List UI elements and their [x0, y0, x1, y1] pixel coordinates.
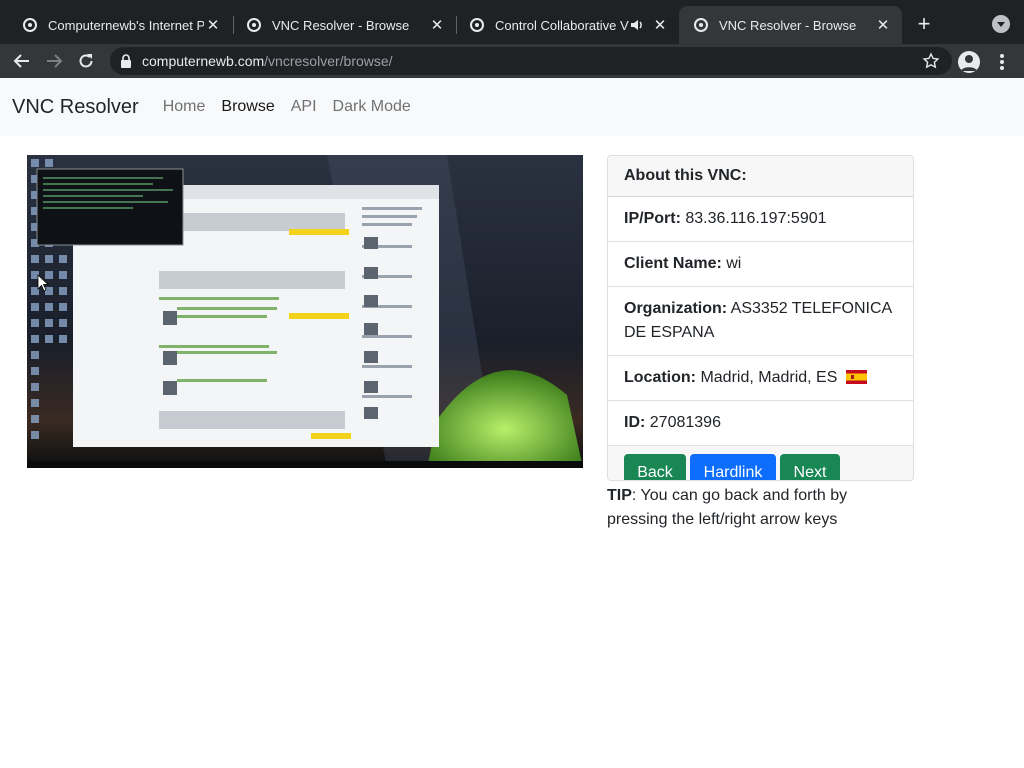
organization-label: Organization: — [624, 300, 728, 317]
brand-link[interactable]: VNC Resolver — [12, 96, 139, 119]
site-favicon-icon — [470, 18, 484, 32]
site-navbar: VNC Resolver Home Browse API Dark Mode — [0, 78, 1024, 136]
speaker-icon[interactable] — [629, 17, 645, 33]
browser-toolbar: computernewb.com/vncresolver/browse/ — [0, 44, 1024, 78]
forward-arrow-icon[interactable] — [42, 49, 66, 73]
site-favicon-icon — [694, 18, 708, 32]
tip-body: : You can go back and forth by pressing … — [607, 487, 848, 528]
site-favicon-icon — [247, 18, 261, 32]
back-arrow-icon[interactable] — [10, 49, 34, 73]
location-row: Location: Madrid, Madrid, ES — [608, 356, 913, 401]
close-tab-icon[interactable]: ✕ — [428, 16, 446, 34]
ip-port-row: IP/Port: 83.36.116.197:5901 — [608, 197, 913, 242]
card-header: About this VNC: — [608, 156, 913, 197]
nav-dark-mode[interactable]: Dark Mode — [333, 98, 411, 116]
organization-row: Organization: AS3352 TELEFONICA DE ESPAN… — [608, 287, 913, 356]
vnc-info-card: About this VNC: IP/Port: 83.36.116.197:5… — [607, 155, 914, 481]
lock-icon[interactable] — [118, 53, 134, 69]
site-favicon-icon — [23, 18, 37, 32]
profile-avatar-icon[interactable] — [958, 51, 980, 73]
tab-search-chevron-icon[interactable] — [992, 15, 1010, 33]
tab-strip: Computernewb's Internet Pu ✕ VNC Resolve… — [0, 0, 1024, 44]
tip-label: TIP — [607, 487, 632, 504]
url-text: computernewb.com/vncresolver/browse/ — [142, 53, 393, 69]
tab-vnc-resolver-1[interactable]: VNC Resolver - Browse ✕ — [232, 6, 456, 44]
location-label: Location: — [624, 369, 696, 386]
ip-port-value: 83.36.116.197:5901 — [685, 210, 827, 227]
tab-title: VNC Resolver - Browse — [719, 17, 857, 33]
tab-title: Control Collaborative Vi — [495, 17, 629, 33]
nav-browse[interactable]: Browse — [221, 98, 274, 116]
back-button[interactable]: Back — [624, 454, 686, 480]
tab-computernewb[interactable]: Computernewb's Internet Pu ✕ — [8, 6, 232, 44]
nav-api[interactable]: API — [291, 98, 317, 116]
tab-control-collaborative[interactable]: Control Collaborative Vi ✕ — [455, 6, 679, 44]
nav-home[interactable]: Home — [163, 98, 206, 116]
tip-text: TIP: You can go back and forth by pressi… — [607, 484, 887, 532]
url-path: /vncresolver/browse/ — [264, 53, 393, 69]
new-tab-plus-icon[interactable]: + — [912, 13, 936, 37]
client-name-value: wi — [726, 255, 742, 272]
card-footer: Back Hardlink Next — [608, 446, 913, 480]
location-value: Madrid, Madrid, ES — [700, 369, 838, 386]
client-name-row: Client Name: wi — [608, 242, 913, 287]
url-host: computernewb.com — [142, 53, 265, 69]
address-bar[interactable]: computernewb.com/vncresolver/browse/ — [110, 47, 952, 75]
close-tab-icon[interactable]: ✕ — [204, 16, 222, 34]
tab-title: Computernewb's Internet Pu — [48, 17, 204, 33]
next-button[interactable]: Next — [780, 454, 840, 480]
spain-flag-icon — [845, 370, 867, 384]
close-tab-icon[interactable]: ✕ — [651, 16, 669, 34]
vnc-screenshot-image — [27, 155, 583, 468]
ip-port-label: IP/Port: — [624, 210, 681, 227]
hardlink-button[interactable]: Hardlink — [690, 454, 776, 480]
more-menu-icon[interactable] — [996, 52, 1008, 72]
id-label: ID: — [624, 414, 646, 431]
bookmark-star-icon[interactable] — [922, 52, 940, 70]
close-tab-icon[interactable]: ✕ — [874, 16, 892, 34]
tab-title: VNC Resolver - Browse — [272, 17, 410, 33]
id-value: 27081396 — [649, 414, 721, 431]
id-row: ID: 27081396 — [608, 401, 913, 446]
tab-vnc-resolver-active[interactable]: VNC Resolver - Browse ✕ — [679, 6, 902, 44]
client-name-label: Client Name: — [624, 255, 722, 272]
reload-icon[interactable] — [74, 49, 98, 73]
